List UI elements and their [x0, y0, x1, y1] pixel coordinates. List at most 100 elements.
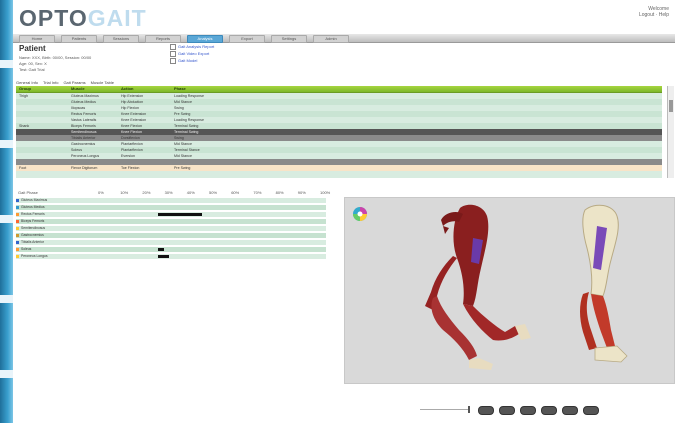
user-box: Welcome Logout · Help: [639, 6, 669, 18]
nav-item[interactable]: Patients: [61, 35, 97, 43]
patient-info-line: Age: 00, Sex: X: [19, 61, 47, 66]
timeline-row-label: Gastrocnemius: [21, 233, 44, 237]
table-divider: [16, 159, 662, 165]
left-edge-decoration: [0, 0, 13, 423]
nav-item[interactable]: Analysis: [187, 35, 223, 43]
muscular-leg-model: [425, 204, 531, 370]
playback-button[interactable]: [583, 406, 599, 415]
muscle-timeline: Gait Phase 0% 10% 20% 30% 40% 50% 60% 70% 80% 90%…: [16, 190, 330, 266]
document-icon: [170, 58, 176, 64]
activation-bar: [157, 255, 169, 258]
patient-info-line: Name: XXX, Birth: 00/00, Session: 00/00: [19, 55, 92, 60]
edge-notch: [0, 140, 13, 148]
playback-button[interactable]: [562, 406, 578, 415]
column-header[interactable]: Action: [121, 86, 133, 92]
playback-button[interactable]: [541, 406, 557, 415]
playback-button[interactable]: [499, 406, 515, 415]
timeline-row[interactable]: Soleus: [16, 247, 326, 252]
patient-panel: Patient Name: XXX, Birth: 00/00, Session…: [17, 44, 167, 78]
timeline-row[interactable]: Gluteus Medius: [16, 205, 326, 210]
report-link-label: Gait Video Export: [178, 51, 210, 57]
muscle-color-swatch: [16, 241, 19, 244]
column-header[interactable]: Group: [19, 86, 31, 92]
muscle-color-swatch: [16, 248, 19, 251]
timeline-row[interactable]: Peroneus Longus: [16, 254, 326, 259]
subnav-link[interactable]: Trial Info: [43, 80, 58, 85]
document-icon: [170, 44, 176, 50]
timeline-row-label: Rectus Femoris: [21, 212, 45, 216]
timeline-row-label: Biceps Femoris: [21, 219, 45, 223]
timeline-row[interactable]: Semitendinosus: [16, 226, 326, 231]
report-link[interactable]: Gait Video Export: [170, 51, 209, 57]
timeline-row-label: Gluteus Maximus: [21, 198, 48, 202]
playback-button[interactable]: [478, 406, 494, 415]
nav-item[interactable]: Admin: [313, 35, 349, 43]
column-header[interactable]: Phase: [174, 86, 186, 92]
report-link-label: Gait Analysis Report: [178, 44, 215, 50]
timeline-row[interactable]: Gluteus Maximus: [16, 198, 326, 203]
playback-slider[interactable]: [420, 409, 470, 410]
logo-accent: GAIT: [87, 5, 147, 31]
table-scrollbar[interactable]: [667, 86, 674, 178]
subnav-link[interactable]: Gait Params: [63, 80, 85, 85]
playback-button[interactable]: [520, 406, 536, 415]
table-cell: Pre Swing: [174, 166, 191, 170]
timeline-tick: 60%: [231, 190, 240, 195]
timeline-tick: 50%: [209, 190, 218, 195]
report-link[interactable]: Gait Analysis Report: [170, 44, 214, 50]
muscle-color-swatch: [16, 206, 19, 209]
timeline-row[interactable]: Rectus Femoris: [16, 212, 326, 217]
report-link-label: Gait Model: [178, 58, 198, 64]
timeline-tick: 80%: [275, 190, 284, 195]
nav-item[interactable]: Export: [229, 35, 265, 43]
leg-models: [425, 204, 628, 370]
table-row[interactable]: Foot Flexor Digitorum Toe Flexion Pre Swing: [16, 165, 662, 171]
timeline-row-label: Tibialis Anterior: [21, 240, 45, 244]
main-nav: Home Patients Sessions Reports Analysis Expor…: [13, 34, 675, 43]
edge-notch: [0, 60, 13, 68]
timeline-row-label: Semitendinosus: [21, 226, 46, 230]
timeline-tick: 70%: [253, 190, 262, 195]
scroll-thumb[interactable]: [669, 100, 673, 112]
timeline-tick: 30%: [164, 190, 173, 195]
report-link[interactable]: Gait Model: [170, 58, 197, 64]
edge-notch: [0, 370, 13, 378]
timeline-header: Gait Phase 0% 10% 20% 30% 40% 50% 60% 70% 80% 90%…: [16, 190, 330, 196]
table-header: Group Muscle Action Phase: [16, 86, 662, 93]
slider-knob[interactable]: [468, 406, 470, 413]
muscle-color-swatch: [16, 234, 19, 237]
subnav-link[interactable]: Muscle Table: [91, 80, 114, 85]
timeline-row[interactable]: Biceps Femoris: [16, 219, 326, 224]
timeline-tick: 0%: [98, 190, 104, 195]
document-icon: [170, 51, 176, 57]
muscle-color-swatch: [16, 220, 19, 223]
timeline-tick: 20%: [142, 190, 151, 195]
table-cell: Flexor Digitorum: [71, 166, 98, 170]
sub-navigation: General Info Trial Info Gait Params Muscle …: [16, 80, 119, 85]
timeline-row[interactable]: Tibialis Anterior: [16, 240, 326, 245]
nav-item[interactable]: Settings: [271, 35, 307, 43]
timeline-row[interactable]: Gastrocnemius: [16, 233, 326, 238]
patient-info-line: Test: Gait Trial: [19, 67, 45, 72]
patient-name: Patient: [19, 44, 46, 53]
3d-model-viewer[interactable]: [344, 197, 675, 384]
muscle-color-swatch: [16, 199, 19, 202]
skeletal-leg-model: [580, 204, 628, 363]
edge-notch: [0, 215, 13, 223]
logo-main: OPTO: [19, 5, 88, 31]
subnav-link[interactable]: General Info: [16, 80, 38, 85]
app-logo[interactable]: OPTOGAIT: [19, 5, 147, 32]
column-header[interactable]: Muscle: [71, 86, 85, 92]
nav-item[interactable]: Reports: [145, 35, 181, 43]
timeline-row-label: Peroneus Longus: [21, 254, 48, 258]
timeline-row-label: Soleus: [21, 247, 32, 251]
nav-item[interactable]: Home: [19, 35, 55, 43]
timeline-tick: 90%: [297, 190, 306, 195]
edge-notch: [0, 295, 13, 303]
timeline-tick: 40%: [186, 190, 195, 195]
table-cell: Toe Flexion: [121, 166, 140, 170]
logout-link[interactable]: Logout · Help: [639, 12, 669, 18]
muscle-table: Group Muscle Action Phase Thigh Gluteus Maxi…: [16, 86, 662, 178]
muscle-color-swatch: [16, 227, 19, 230]
nav-item[interactable]: Sessions: [103, 35, 139, 43]
